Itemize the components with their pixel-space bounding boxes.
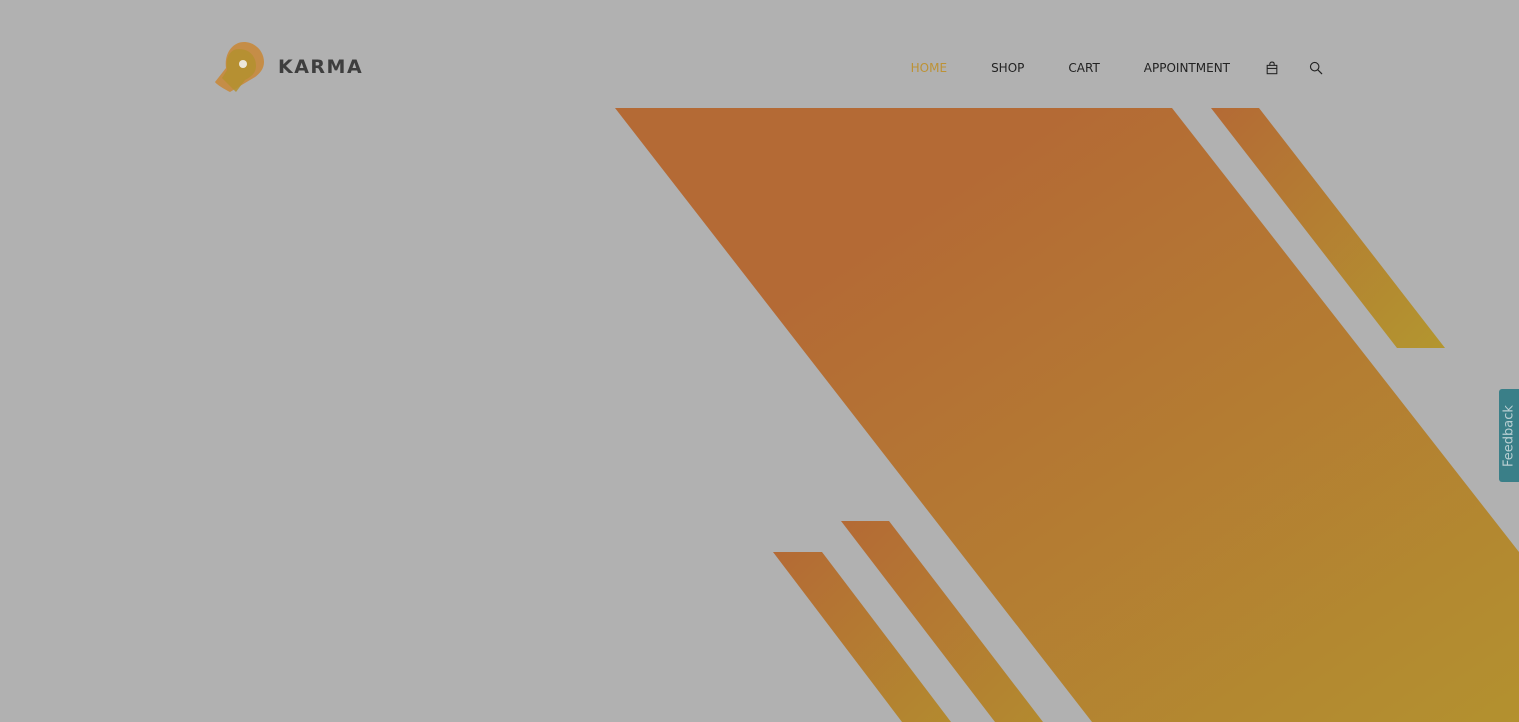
- nav-link-appointment[interactable]: Appointment: [1144, 56, 1230, 80]
- map-pin-logo-icon: [215, 42, 264, 92]
- nav-link-shop[interactable]: Shop: [991, 56, 1024, 80]
- site-header: KARMA Home Shop Cart Appointment: [0, 0, 1519, 108]
- nav-link-home[interactable]: Home: [911, 56, 947, 80]
- brand-logo-link[interactable]: KARMA: [212, 41, 363, 93]
- search-icon[interactable]: [1308, 60, 1324, 76]
- brand-name: KARMA: [278, 56, 364, 78]
- feedback-label: Feedback: [1501, 404, 1517, 467]
- shopping-bag-icon[interactable]: [1264, 60, 1280, 76]
- nav-link-cart[interactable]: Cart: [1068, 56, 1099, 80]
- main-nav: Home Shop Cart Appointment: [911, 56, 1324, 80]
- page: KARMA Home Shop Cart Appointment: [0, 0, 1519, 722]
- hero-stripe-main: [615, 108, 1519, 722]
- feedback-tab[interactable]: Feedback: [1499, 389, 1519, 482]
- hero-banner-graphic: [615, 108, 1519, 722]
